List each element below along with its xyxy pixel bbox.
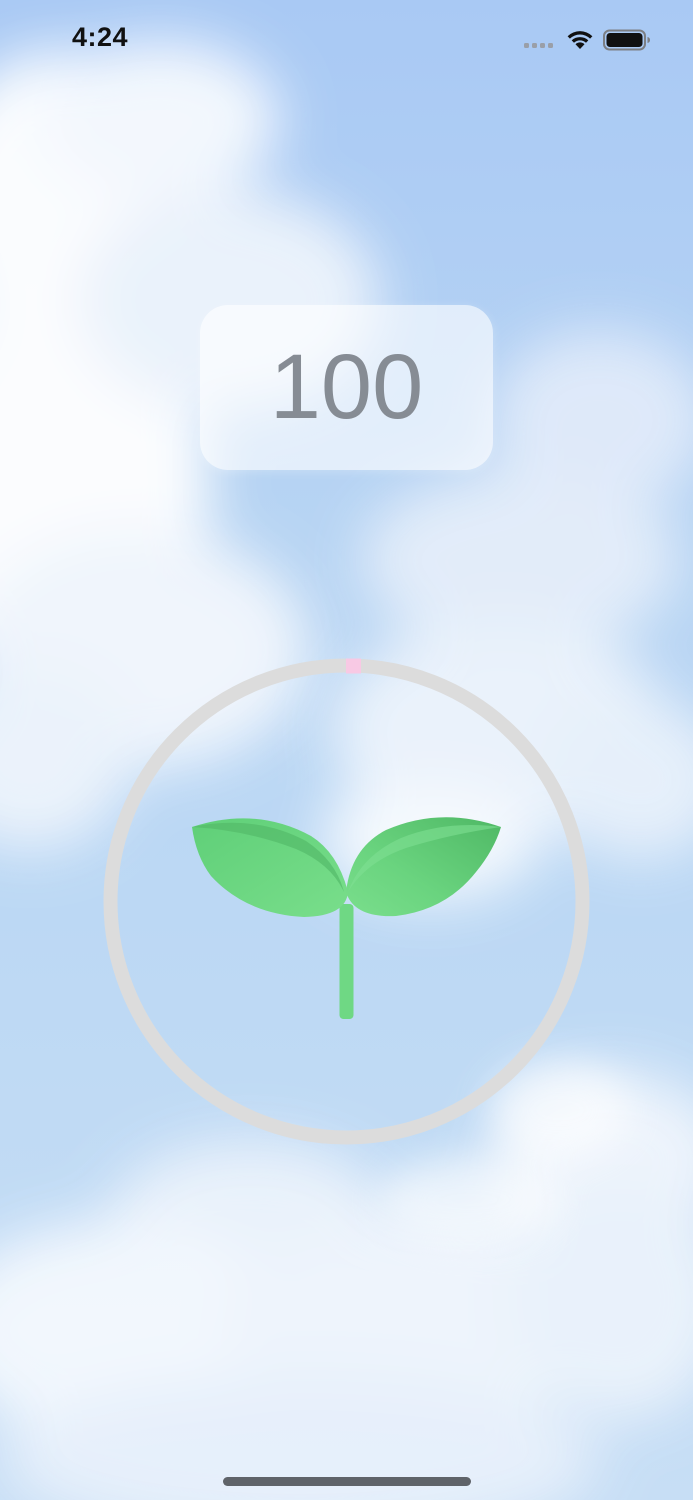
score-card: 100 (200, 305, 493, 470)
status-bar: 4:24 (0, 0, 693, 80)
score-value: 100 (269, 336, 424, 438)
wifi-icon (567, 31, 593, 49)
status-time: 4:24 (72, 22, 129, 52)
battery-full-icon (603, 29, 650, 51)
signal-dots-icon (524, 43, 558, 49)
timer-progress-marker (346, 658, 361, 674)
sprout-icon (192, 817, 501, 1019)
sprout-stem (339, 904, 354, 1019)
app-screen: 4:24 100 (0, 0, 693, 1500)
home-indicator[interactable] (223, 1477, 471, 1486)
